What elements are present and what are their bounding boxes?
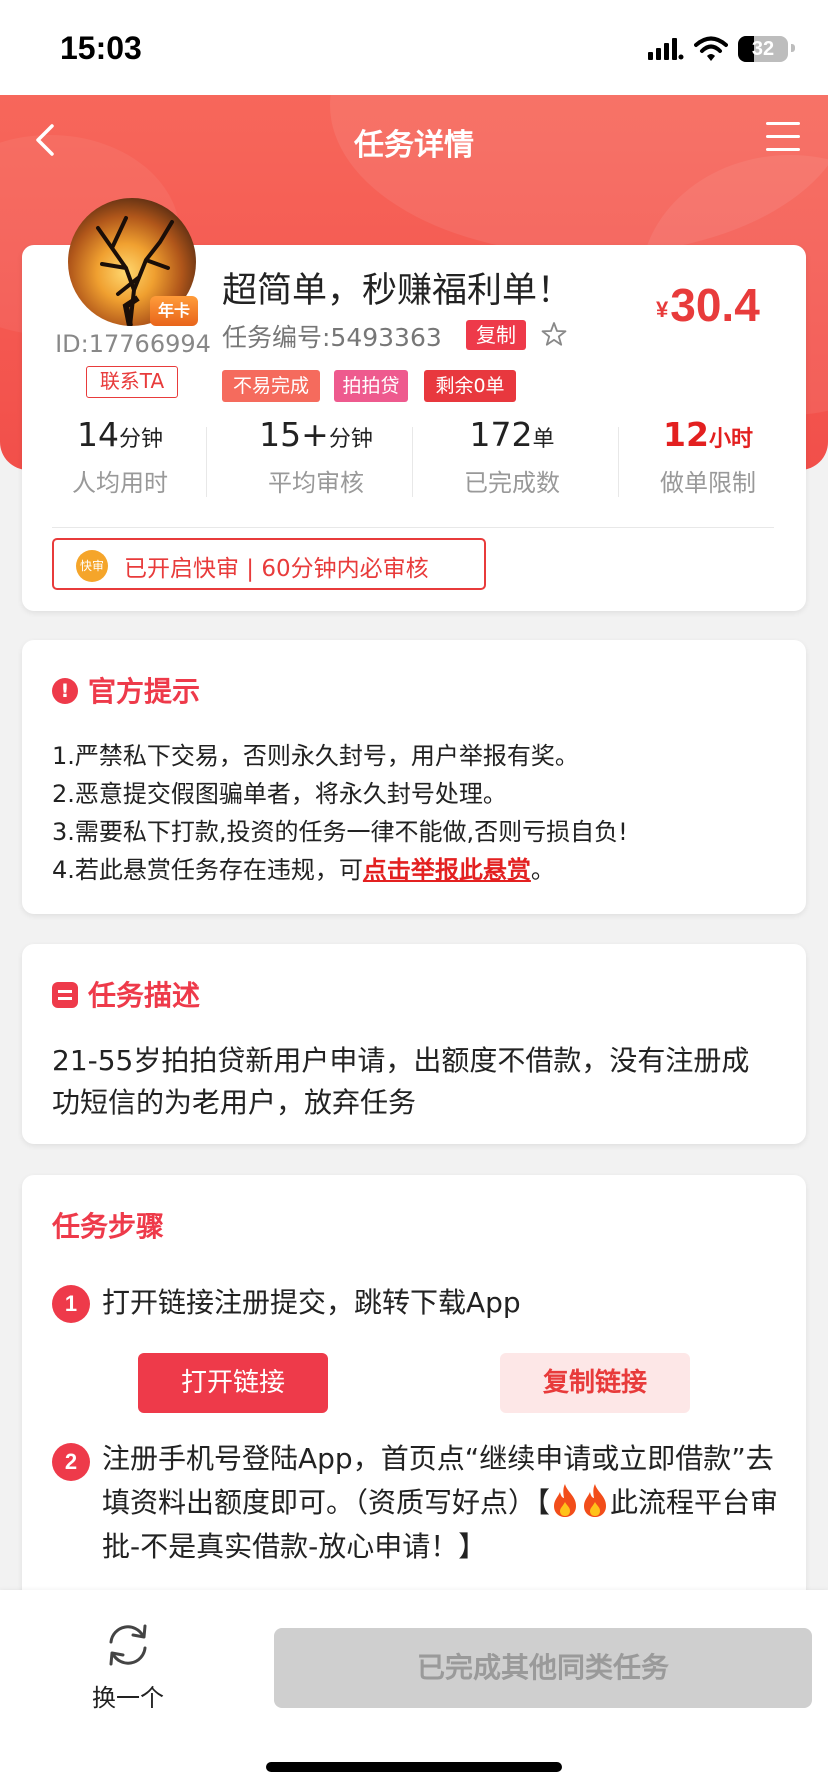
stat-completed: 172单 已完成数 [414,415,610,498]
notice-title: 官方提示 [88,675,201,708]
stat-unit: 小时 [708,427,753,452]
fire-icon [554,1484,577,1517]
report-link[interactable]: 点击举报此悬赏 [363,856,531,884]
signal-icon [648,38,684,60]
page-title: 任务详情 [354,128,474,163]
notice-line-1: 1.严禁私下交易，否则永久封号，用户举报有奖。 [52,742,579,770]
status-bar: 15:03 32 [0,0,828,95]
contact-button[interactable]: 联系TA [86,366,178,398]
vip-badge: 年卡 [150,296,198,326]
user-id: ID:17766994 [55,330,211,358]
stat-label: 人均用时 [72,469,168,497]
notice-line-4-suffix: 。 [530,856,555,884]
battery-icon: 32 [738,36,788,62]
description-text: 21-55岁拍拍贷新用户申请，出额度不借款，没有注册成功短信的为老用户，放弃任务 [52,1044,750,1119]
open-link-button[interactable]: 打开链接 [138,1353,328,1413]
battery-level: 32 [751,38,775,60]
stat-unit: 单 [532,427,555,452]
stat-label: 平均审核 [268,469,364,497]
copy-link-button[interactable]: 复制链接 [500,1353,690,1413]
official-notice-card: ! 官方提示 1.严禁私下交易，否则永久封号，用户举报有奖。 2.恶意提交假图骗… [22,640,806,914]
notice-line-4: 4.若此悬赏任务存在违规，可点击举报此悬赏。 [52,850,555,885]
step-number: 2 [52,1443,90,1481]
stat-value: 12 [663,415,709,454]
stat-unit: 分钟 [328,427,373,452]
stat-value: 14 [76,415,119,454]
stat-label: 做单限制 [660,469,756,497]
task-title: 超简单，秒赚福利单！ [222,271,573,311]
stat-avg-review: 15+分钟 平均审核 [218,415,414,498]
fast-review-icon: 快审 [76,550,108,582]
price-symbol: ¥ [656,297,669,322]
task-number: 任务编号:5493363 [222,323,442,352]
step-number: 1 [52,1285,90,1323]
stat-value: 15+ [259,415,329,454]
notice-line-3: 3.需要私下打款,投资的任务一律不能做,否则亏损自负! [52,818,628,846]
bottom-action-bar: 换一个 已完成其他同类任务 [0,1590,828,1792]
tag-difficulty: 不易完成 [222,370,320,402]
document-icon [52,982,78,1008]
status-icons: 32 [648,34,798,64]
refresh-button[interactable]: 换一个 [76,1620,180,1730]
task-price: ¥30.4 [656,278,760,332]
steps-title: 任务步骤 [52,1210,165,1243]
price-value: 30.4 [670,279,760,331]
completed-similar-task-button: 已完成其他同类任务 [274,1628,812,1708]
description-title: 任务描述 [88,979,201,1012]
copy-task-number-button[interactable]: 复制 [466,320,526,350]
divider [52,527,774,528]
fire-icon [584,1484,607,1517]
status-time: 15:03 [60,30,142,66]
fast-review-banner: 快审 已开启快审 | 60分钟内必审核 [52,538,486,590]
step-2-text: 注册手机号登陆App，首页点“继续申请或立即借款”去填资料出额度即可。（资质写好… [102,1437,782,1569]
alert-icon: ! [52,678,78,704]
stat-unit: 分钟 [118,427,163,452]
stat-value: 172 [469,415,533,454]
task-stats: 14分钟 人均用时 15+分钟 平均审核 172单 已完成数 12小时 做单限制 [22,415,806,501]
star-icon[interactable] [540,320,568,348]
stat-label: 已完成数 [464,469,560,497]
refresh-label: 换一个 [92,1684,164,1712]
refresh-icon [109,1624,147,1666]
menu-icon[interactable] [766,122,800,154]
task-description-card: 任务描述 21-55岁拍拍贷新用户申请，出额度不借款，没有注册成功短信的为老用户… [22,944,806,1144]
tag-platform: 拍拍贷 [334,370,408,402]
stat-time-limit: 12小时 做单限制 [610,415,806,498]
home-indicator [266,1762,562,1772]
stat-avg-time: 14分钟 人均用时 [22,415,218,498]
step-1-text: 打开链接注册提交，跳转下载App [102,1286,521,1319]
notice-line-4-prefix: 4.若此悬赏任务存在违规，可 [52,856,363,884]
notice-line-2: 2.恶意提交假图骗单者，将永久封号处理。 [52,780,507,808]
tag-remaining: 剩余0单 [424,370,516,402]
fast-review-text: 已开启快审 | 60分钟内必审核 [124,556,429,582]
wifi-icon [694,36,728,61]
